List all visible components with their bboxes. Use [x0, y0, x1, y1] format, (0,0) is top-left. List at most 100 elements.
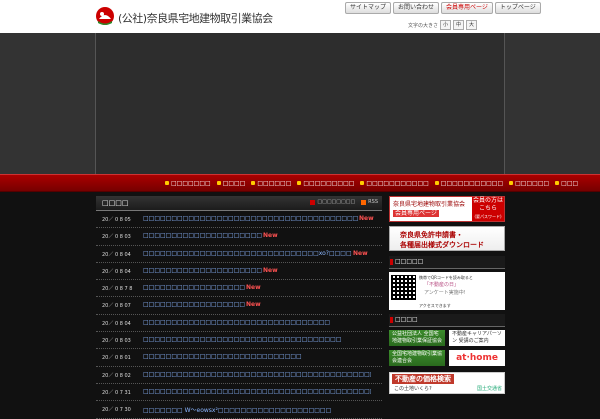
new-badge: New: [246, 284, 261, 292]
news-date: 20／ 0 8 07: [102, 303, 131, 310]
news-row: 20／ 0 8 05 □□□□□□□□□□□□□□□□□□□□□□□□□□□□□□…: [96, 211, 382, 229]
qr-text-line1: 携帯でQRコードを読み取ると: [419, 275, 473, 280]
bullet-icon: [297, 181, 302, 185]
qr-code-image: [391, 275, 416, 300]
font-size-large-button[interactable]: 大: [466, 20, 478, 30]
athome-banner[interactable]: at·home: [449, 350, 505, 366]
bullet-icon: [434, 181, 439, 185]
news-date: 20／ 0 8 04: [102, 251, 131, 258]
news-link[interactable]: □□□□□□□□□□□□□□□□□□□□□□□□□□□□□□□□□: [143, 319, 330, 326]
gnav-item-6[interactable]: □□□□□□□□□□□: [434, 180, 503, 187]
news-date: 20／ 0 8 7 8: [102, 286, 133, 293]
global-nav: □□□□□□□ □□□□ □□□□□□ □□□□□□□□□ □□□□□□□□□□…: [0, 174, 600, 192]
banner-association-name: 奈良県宅地建物取引業協会: [393, 201, 466, 208]
banner-member-page: 会員専用ページ: [393, 210, 439, 217]
font-size-control: 文字の大きさ 小 中 大: [408, 20, 478, 30]
heading-marker-icon: [390, 317, 393, 323]
news-row: 20／ 0 8 02 □□□□□□□□□□□□□□□□□□□□□□□□□□□□□□…: [96, 367, 382, 384]
member-login-banner[interactable]: 奈良県宅地建物取引業協会 会員専用ページ 会員の方は こちら (要パスワード): [389, 196, 505, 222]
gnav-item-3[interactable]: □□□□□□: [251, 180, 291, 187]
mlit-logo: 国土交通省: [476, 386, 502, 392]
new-badge: New: [263, 232, 278, 240]
news-list: 20／ 0 8 05 □□□□□□□□□□□□□□□□□□□□□□□□□□□□□□…: [96, 211, 382, 419]
news-header: □□□□ □□□□□□□□ RSS: [96, 196, 382, 211]
site-header: (公社)奈良県宅地建物取引業協会 サイトマップ お問い合わせ 会員専用ページ ト…: [0, 0, 600, 34]
news-row: 20／ 0 8 7 8 □□□□□□□□□□□□□□□□□□ New: [96, 280, 382, 298]
career-person-banner[interactable]: 不動産キャリアパーソン 受講のご案内: [449, 330, 505, 346]
rss-link[interactable]: RSS: [361, 199, 378, 205]
gnav-item-5[interactable]: □□□□□□□□□□□: [360, 180, 429, 187]
news-link[interactable]: □□□□□□□□□□□□□□□□□□□□□□□□□□□□□□□□□□□: [143, 336, 341, 343]
news-link[interactable]: □□□□□□□ W～eowsx²□□□□□□□□□□□□□□□□□□□□: [143, 405, 331, 414]
national-federation-banner[interactable]: 全国宅地建物取引業協会連合会: [389, 350, 445, 366]
news-date: 20／ 0 7 30: [102, 407, 131, 414]
font-size-label: 文字の大きさ: [408, 22, 439, 29]
guarantee-association-banner[interactable]: 公益社団法人 全国宅地建物取引業保証協会: [389, 330, 445, 346]
bullet-icon: [360, 181, 365, 185]
site-title[interactable]: (公社)奈良県宅地建物取引業協会: [118, 10, 273, 26]
news-row: 20／ 0 8 07 □□□□□□□□□□□□□□□□□□ New: [96, 297, 382, 315]
news-row: 20／ 0 8 03 □□□□□□□□□□□□□□□□□□□□□□□□□□□□□□…: [96, 332, 382, 350]
news-row: 20／ 0 8 04 □□□□□□□□□□□□□□□□□□□□□□□□□□□□□□…: [96, 246, 382, 263]
top-page-button[interactable]: トップページ: [494, 2, 541, 14]
news-link[interactable]: □□□□□□□□□□□□□□□□□□□□□□□□□□□□□□□□□□□□□□: [143, 215, 358, 222]
real-estate-day-title: 「不動産の日」: [424, 282, 460, 288]
qr-code-banner[interactable]: 携帯でQRコードを読み取ると 「不動産の日」 アンケート実施中! アクセスできま…: [389, 272, 505, 310]
gnav-item-1[interactable]: □□□□□□□: [165, 180, 211, 187]
price-search-banner[interactable]: 不動産の価格検索 この土地いくら? 国土交通省: [389, 372, 505, 394]
news-date: 20／ 0 8 03: [102, 234, 131, 241]
gnav-item-7[interactable]: □□□□□□: [509, 180, 549, 187]
news-link[interactable]: □□□□□□□□□□□□□□□□□□: [143, 301, 245, 308]
association-logo[interactable]: [95, 6, 115, 26]
banner-members-here: 会員の方は: [472, 197, 503, 204]
news-link[interactable]: □□□□□□□□□□□□□□□□□□: [143, 284, 245, 291]
member-page-button[interactable]: 会員専用ページ: [441, 2, 493, 14]
sidebar-heading-links: □□□□: [389, 314, 505, 327]
bullet-icon: [165, 181, 169, 185]
survey-text: アンケート実施中!: [424, 290, 466, 296]
news-row: 20／ 0 8 04 □□□□□□□□□□□□□□□□□□□□□ New: [96, 263, 382, 281]
news-row: 20／ 0 8 01 □□□□□□□□□□□□□□□□□□□□□□□□□□□□: [96, 349, 382, 367]
news-list-link[interactable]: □□□□□□□□: [310, 199, 355, 205]
news-link[interactable]: □□□□□□□□□□□□□□□□□□□□□: [143, 267, 262, 274]
link-banner-row-1: 公益社団法人 全国宅地建物取引業保証協会 不動産キャリアパーソン 受講のご案内: [389, 330, 505, 346]
heading-marker-icon: [390, 259, 393, 265]
bullet-icon: [509, 181, 514, 185]
font-size-small-button[interactable]: 小: [440, 20, 452, 30]
news-date: 20／ 0 8 03: [102, 338, 131, 345]
news-row: 20／ 0 7 31 □□□□□□□□□□□□□□□□□□□□□□□□□□□□□□…: [96, 384, 382, 402]
bullet-icon: [555, 181, 560, 185]
download-forms-banner[interactable]: 奈良県免許申請書・ 各種届出様式ダウンロード: [389, 226, 505, 251]
hero-slideshow: [95, 33, 505, 174]
news-link[interactable]: □□□□□□□□□□□□□□□□□□□□□: [143, 232, 262, 239]
sidebar-heading-mobile: □□□□□: [389, 256, 505, 269]
banner-here: こちら: [478, 205, 497, 212]
contact-button[interactable]: お問い合わせ: [393, 2, 440, 14]
news-row: 20／ 0 8 04 □□□□□□□□□□□□□□□□□□□□□□□□□□□□□□…: [96, 315, 382, 333]
bullet-icon: [251, 181, 256, 185]
price-search-title: 不動産の価格検索: [392, 374, 454, 384]
news-section: □□□□ □□□□□□□□ RSS 20／ 0 8 05 □□□□□□□□□□□□…: [96, 196, 382, 419]
gnav-item-8[interactable]: □□□: [555, 180, 578, 187]
font-size-medium-button[interactable]: 中: [453, 20, 465, 30]
sitemap-button[interactable]: サイトマップ: [345, 2, 392, 14]
new-badge: New: [263, 266, 278, 274]
news-link[interactable]: □□□□□□□□□□□□□□□□□□□□□□□□□□□□: [143, 353, 302, 360]
news-link[interactable]: □□□□□□□□□□□□□□□□□□□□□□□□□□□□□□□xo?□□□□: [143, 250, 352, 257]
news-date: 20／ 0 7 31: [102, 389, 131, 396]
news-link[interactable]: □□□□□□□□□□□□□□□□□□□□□□□□□□□□□□□□□□□□□□□□…: [143, 371, 371, 378]
gnav-item-4[interactable]: □□□□□□□□□: [297, 180, 354, 187]
news-date: 20／ 0 8 04: [102, 268, 131, 275]
news-date: 20／ 0 8 04: [102, 320, 131, 327]
banner-password-required: (要パスワード): [474, 214, 502, 219]
new-badge: New: [353, 249, 368, 257]
utility-nav: サイトマップ お問い合わせ 会員専用ページ トップページ: [345, 2, 541, 14]
news-link[interactable]: □□□□□□□□□□□□□□□□□□□□□□□□□□□□□□□□□□□□□□□□…: [143, 388, 371, 395]
gnav-item-2[interactable]: □□□□: [216, 180, 245, 187]
download-banner-line1: 奈良県免許申請書・: [400, 231, 463, 239]
qr-text-line2: アクセスできます: [419, 303, 451, 308]
news-date: 20／ 0 8 02: [102, 372, 131, 379]
news-row: 20／ 0 7 30 □□□□□□□ W～eowsx²□□□□□□□□□□□□□□…: [96, 401, 382, 419]
news-row: 20／ 0 8 03 □□□□□□□□□□□□□□□□□□□□□ New: [96, 228, 382, 246]
new-badge: New: [359, 215, 374, 222]
